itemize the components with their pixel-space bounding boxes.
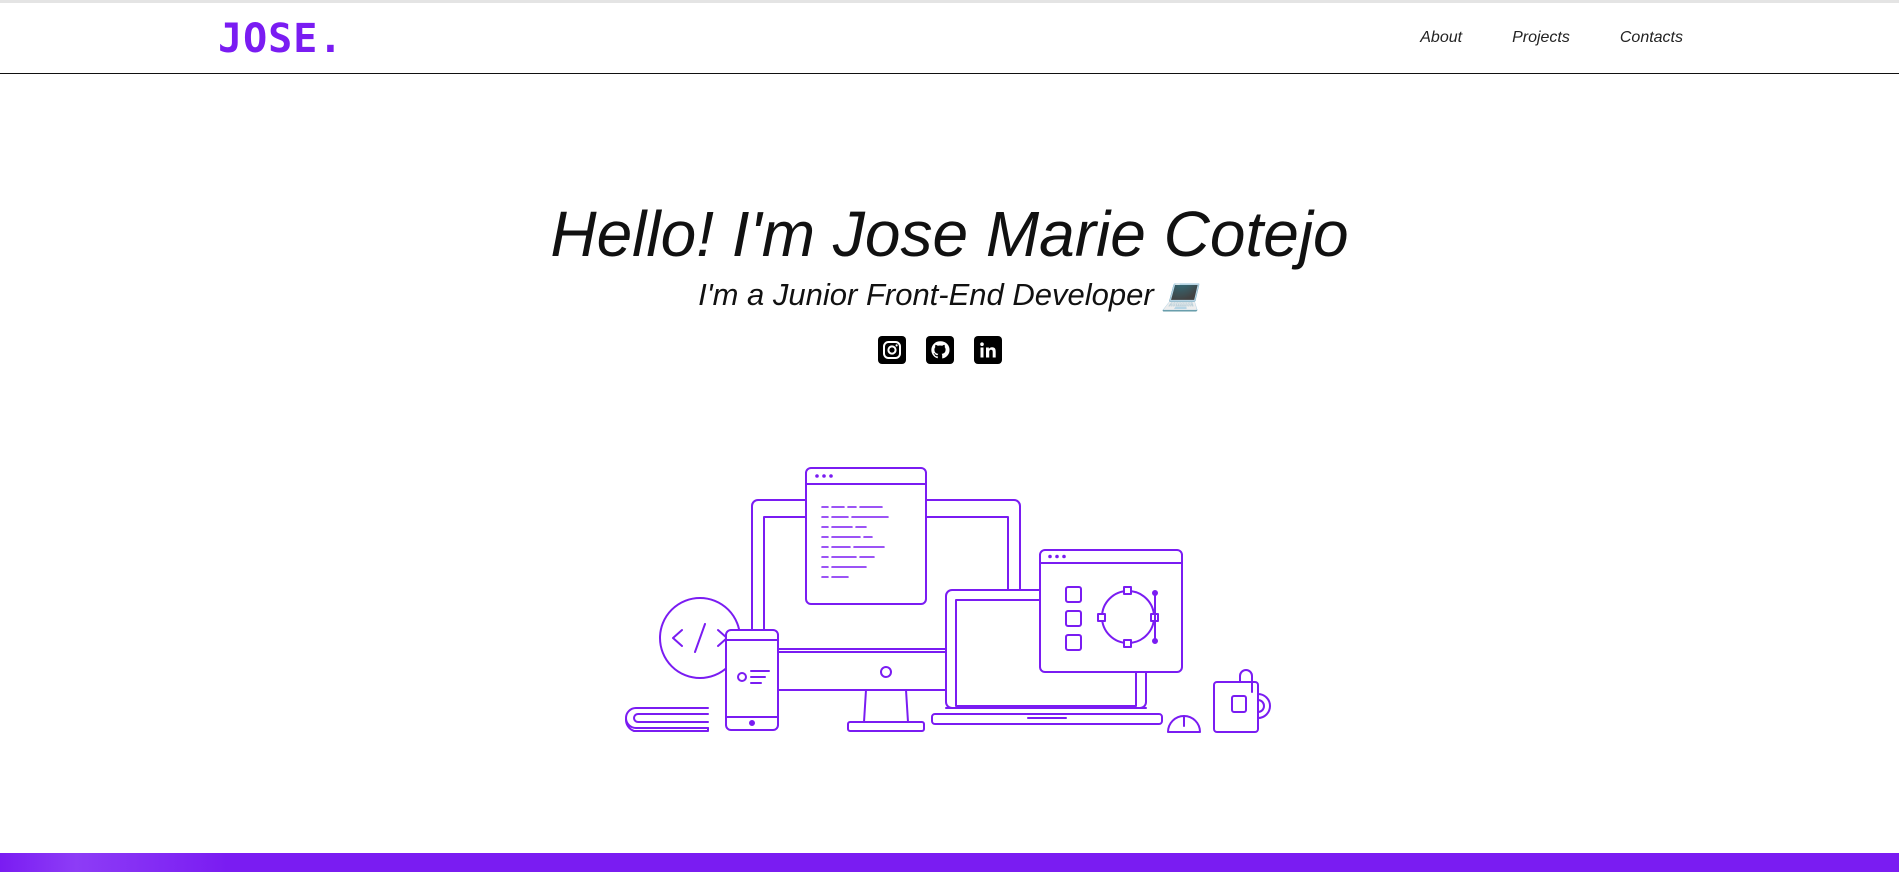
hero-title: Hello! I'm Jose Marie Cotejo — [550, 198, 1349, 270]
social-links — [878, 336, 1002, 364]
design-window-icon — [1039, 549, 1183, 673]
books-icon — [625, 707, 709, 732]
nav-projects-link[interactable]: Projects — [1512, 29, 1570, 47]
instagram-icon[interactable] — [878, 336, 906, 364]
site-header: JOSE. About Projects Contacts — [0, 3, 1899, 74]
main-nav: About Projects Contacts — [1420, 29, 1683, 47]
nav-about-link[interactable]: About — [1420, 29, 1462, 47]
tea-mug-icon — [1213, 669, 1271, 733]
developer-workspace-illustration — [625, 467, 1271, 733]
mouse-icon — [1167, 715, 1201, 733]
bottom-accent-bar — [0, 853, 1899, 872]
code-window-icon — [805, 467, 927, 605]
linkedin-icon[interactable] — [974, 336, 1002, 364]
logo[interactable]: JOSE. — [218, 17, 343, 61]
hero-subtitle: I'm a Junior Front-End Developer 💻 — [698, 277, 1201, 312]
github-icon[interactable] — [926, 336, 954, 364]
nav-contacts-link[interactable]: Contacts — [1620, 29, 1683, 47]
smartphone-icon — [725, 629, 779, 731]
